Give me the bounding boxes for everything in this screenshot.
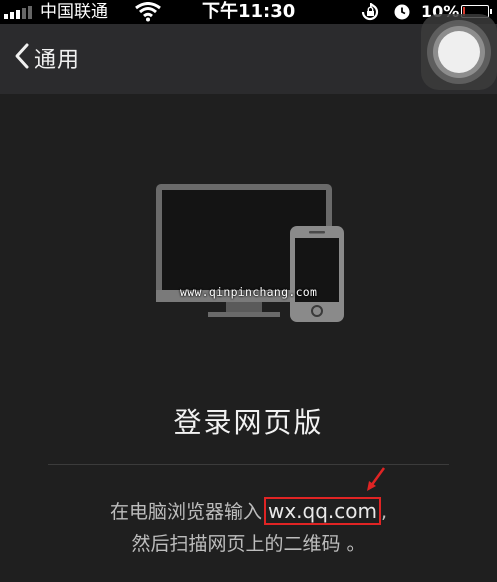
status-bar: 中国联通 下午11:30 10%: [0, 0, 497, 24]
instruction-line-1: 在电脑浏览器输入 wx.qq.com,: [110, 496, 387, 528]
back-button[interactable]: 通用: [14, 42, 80, 74]
watermark-text: www.qinpinchang.com: [180, 285, 318, 299]
instruction-text: 在电脑浏览器输入 wx.qq.com, 然后扫描网页上的二维码 。: [0, 496, 497, 560]
rotation-lock-icon: [359, 2, 381, 25]
chevron-left-icon: [14, 42, 30, 74]
navigation-bar: 通用: [0, 14, 497, 94]
status-time: 下午11:30: [202, 1, 296, 22]
page-title: 登录网页版: [173, 406, 324, 439]
instruction-prefix: 在电脑浏览器输入: [109, 501, 262, 523]
computer-phone-icon: [156, 184, 346, 324]
back-button-label: 通用: [34, 48, 81, 73]
main-content: www.qinpinchang.com 登录网页版 在电脑浏览器输入 wx.qq.…: [0, 94, 497, 582]
carrier-name: 中国联通: [40, 2, 108, 22]
alarm-icon: [393, 3, 411, 25]
url-highlight: wx.qq.com: [263, 497, 381, 525]
red-arrow-icon: [366, 466, 388, 496]
instruction-suffix: ,: [380, 501, 388, 523]
assistive-touch-icon[interactable]: [421, 14, 497, 90]
wifi-icon: [135, 2, 161, 26]
divider: [48, 464, 449, 465]
instruction-line-2: 然后扫描网页上的二维码 。: [131, 533, 366, 555]
signal-strength-icon: [4, 6, 32, 19]
